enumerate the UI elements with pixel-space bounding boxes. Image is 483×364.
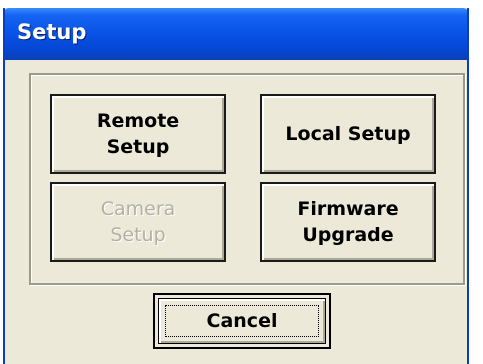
title-bar[interactable]: Setup xyxy=(5,8,467,60)
remote-setup-label: Remote Setup xyxy=(96,110,180,158)
firmware-upgrade-button[interactable]: Firmware Upgrade xyxy=(260,182,436,262)
window-title: Setup xyxy=(17,20,87,44)
local-setup-button[interactable]: Local Setup xyxy=(260,94,436,174)
firmware-upgrade-label: Firmware Upgrade xyxy=(297,198,399,246)
camera-setup-button: Camera Setup xyxy=(50,182,226,262)
camera-setup-label: Camera Setup xyxy=(100,198,176,246)
cancel-label: Cancel xyxy=(206,310,278,332)
remote-setup-button[interactable]: Remote Setup xyxy=(50,94,226,174)
cancel-button-face: Cancel xyxy=(158,298,326,344)
local-setup-label: Local Setup xyxy=(285,123,411,145)
setup-dialog: Setup Remote Setup Local Setup Camera Se… xyxy=(3,8,469,364)
cancel-button[interactable]: Cancel xyxy=(153,293,331,349)
